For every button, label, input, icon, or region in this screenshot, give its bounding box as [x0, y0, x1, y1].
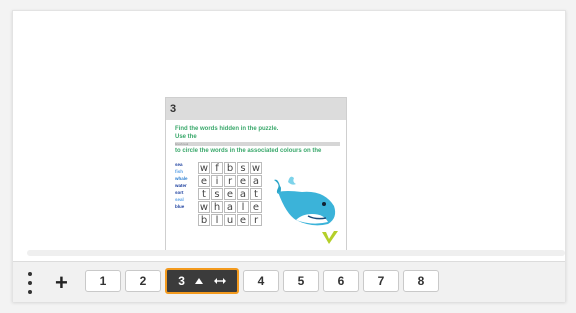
page-toolbar: + 1 2 3 4 5 6 7 8 — [13, 261, 565, 302]
grid-cell: s — [237, 162, 249, 174]
vertical-dots-icon[interactable] — [25, 272, 35, 294]
brush-tool-strip: brush tool — [175, 142, 340, 146]
page-tabs: 1 2 3 4 5 6 7 8 — [85, 268, 439, 294]
grid-cell: a — [250, 175, 262, 187]
grid-cell: e — [250, 201, 262, 213]
instruction-line-3: to circle the words in the associated co… — [175, 148, 322, 154]
checkmark-icon — [322, 231, 338, 244]
page-tab-8[interactable]: 8 — [403, 270, 439, 292]
grid-cell: e — [198, 175, 210, 187]
grid-cell: w — [250, 162, 262, 174]
page-tab-6[interactable]: 6 — [323, 270, 359, 292]
grid-cell: w — [198, 162, 210, 174]
grid-cell: f — [211, 162, 223, 174]
instruction-line-1: Find the words hidden in the puzzle. — [175, 126, 279, 132]
whale-icon — [274, 176, 336, 226]
grid-cell: t — [250, 188, 262, 200]
word-list: sea fish whale water sort seal blue — [175, 162, 188, 210]
page-tab-4[interactable]: 4 — [243, 270, 279, 292]
grid-cell: i — [211, 175, 223, 187]
grid-cell: w — [198, 201, 210, 213]
active-page-label: 3 — [178, 274, 185, 288]
grid-cell: b — [224, 162, 236, 174]
grid-cell: e — [237, 175, 249, 187]
grid-cell: b — [198, 214, 210, 226]
grid-cell: e — [224, 188, 236, 200]
word-search-grid: w f b s w e i r e a t s e a t w h a l e … — [198, 162, 262, 226]
add-page-button[interactable]: + — [55, 270, 68, 296]
grid-cell: r — [224, 175, 236, 187]
page-tab-2[interactable]: 2 — [125, 270, 161, 292]
grid-cell: h — [211, 201, 223, 213]
swap-horizontal-icon[interactable] — [213, 277, 226, 285]
grid-cell: a — [237, 188, 249, 200]
grid-cell: l — [211, 214, 223, 226]
grid-cell: e — [237, 214, 249, 226]
grid-cell: a — [224, 201, 236, 213]
grid-cell: s — [211, 188, 223, 200]
caret-up-icon[interactable] — [195, 278, 204, 284]
word-item: water — [175, 183, 187, 188]
page-tab-1[interactable]: 1 — [85, 270, 121, 292]
preview-page-number: 3 — [166, 98, 346, 120]
instruction-line-2: Use the — [175, 134, 197, 140]
page-tab-5[interactable]: 5 — [283, 270, 319, 292]
grid-cell: t — [198, 188, 210, 200]
word-item: sort — [175, 190, 184, 195]
page-tab-3-active[interactable]: 3 — [165, 268, 239, 294]
horizontal-scrollbar[interactable] — [27, 250, 565, 256]
editor-frame: 3 Find the words hidden in the puzzle. U… — [12, 10, 566, 302]
word-item: seal — [175, 197, 184, 202]
page-preview[interactable]: 3 Find the words hidden in the puzzle. U… — [165, 97, 347, 252]
grid-cell: u — [224, 214, 236, 226]
page-tab-7[interactable]: 7 — [363, 270, 399, 292]
grid-cell: l — [237, 201, 249, 213]
word-item: blue — [175, 204, 185, 209]
word-item: fish — [175, 169, 184, 174]
word-item: sea — [175, 162, 183, 167]
word-item: whale — [175, 176, 188, 181]
grid-cell: r — [250, 214, 262, 226]
